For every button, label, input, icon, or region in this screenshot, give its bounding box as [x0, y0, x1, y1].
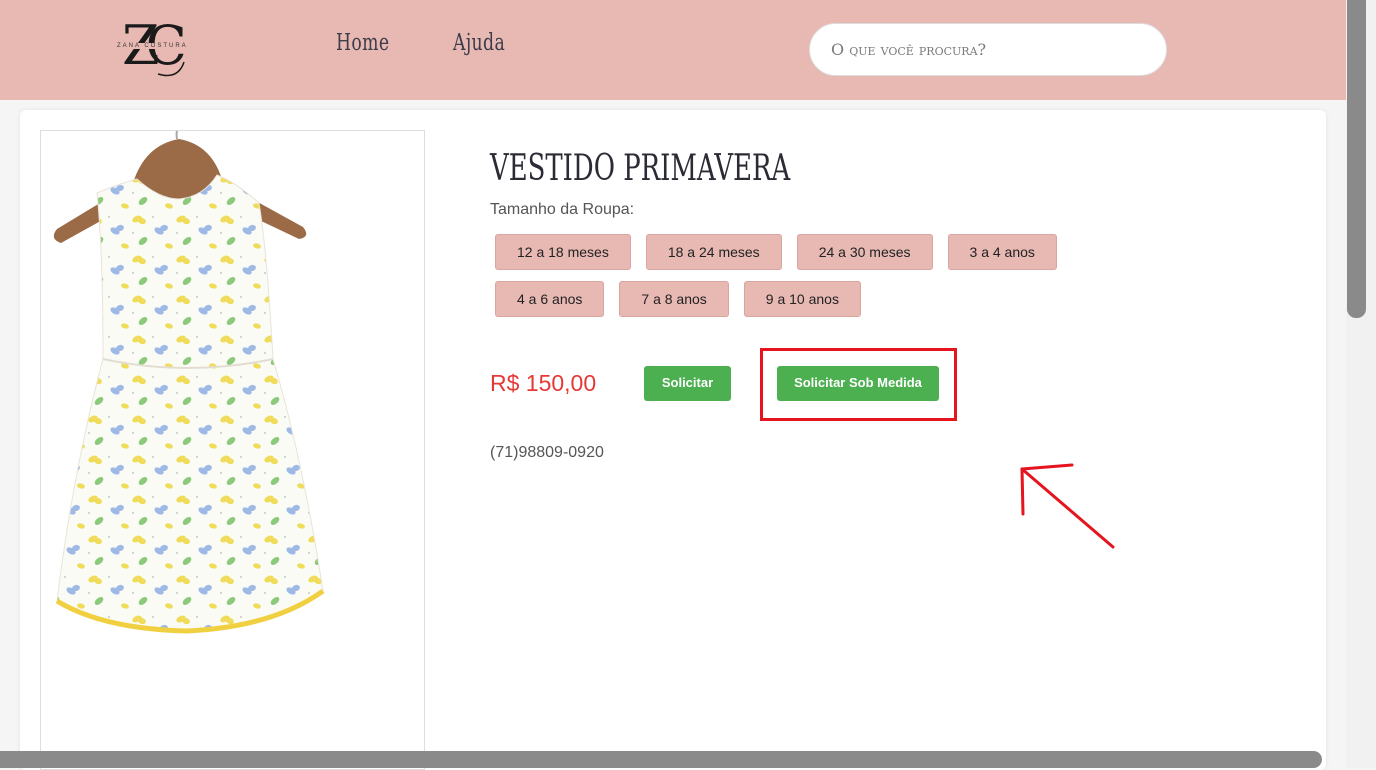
product-title: VESTIDO PRIMAVERA: [490, 148, 791, 189]
site-header: ZC ZANA COSTURA Home Ajuda: [0, 0, 1346, 100]
size-options: 12 a 18 meses 18 a 24 meses 24 a 30 mese…: [495, 234, 1175, 317]
nav-help[interactable]: Ajuda: [453, 30, 505, 56]
size-option[interactable]: 7 a 8 anos: [619, 281, 729, 317]
request-button[interactable]: Solicitar: [644, 366, 731, 401]
size-option[interactable]: 18 a 24 meses: [645, 234, 782, 270]
product-image: [40, 120, 425, 770]
main-nav: Home Ajuda: [336, 30, 523, 56]
brand-logo[interactable]: ZC ZANA COSTURA: [112, 14, 192, 84]
dress-image: [53, 120, 325, 634]
size-option[interactable]: 9 a 10 anos: [743, 281, 861, 317]
nav-home[interactable]: Home: [336, 30, 389, 56]
annotation-highlight-box: [760, 348, 957, 421]
search-input[interactable]: [809, 23, 1167, 76]
horizontal-scroll-thumb[interactable]: [0, 751, 1322, 768]
logo-swash-icon: [157, 61, 185, 77]
size-label: Tamanho da Roupa:: [490, 201, 635, 218]
contact-phone: (71)98809-0920: [490, 444, 604, 461]
size-option[interactable]: 4 a 6 anos: [495, 281, 605, 317]
size-option[interactable]: 12 a 18 meses: [495, 234, 631, 270]
vertical-scroll-thumb[interactable]: [1347, 0, 1366, 318]
product-price: R$ 150,00: [490, 370, 597, 396]
size-option[interactable]: 24 a 30 meses: [796, 234, 933, 270]
size-option[interactable]: 3 a 4 anos: [947, 234, 1057, 270]
annotation-arrow-icon: [1020, 463, 1115, 549]
